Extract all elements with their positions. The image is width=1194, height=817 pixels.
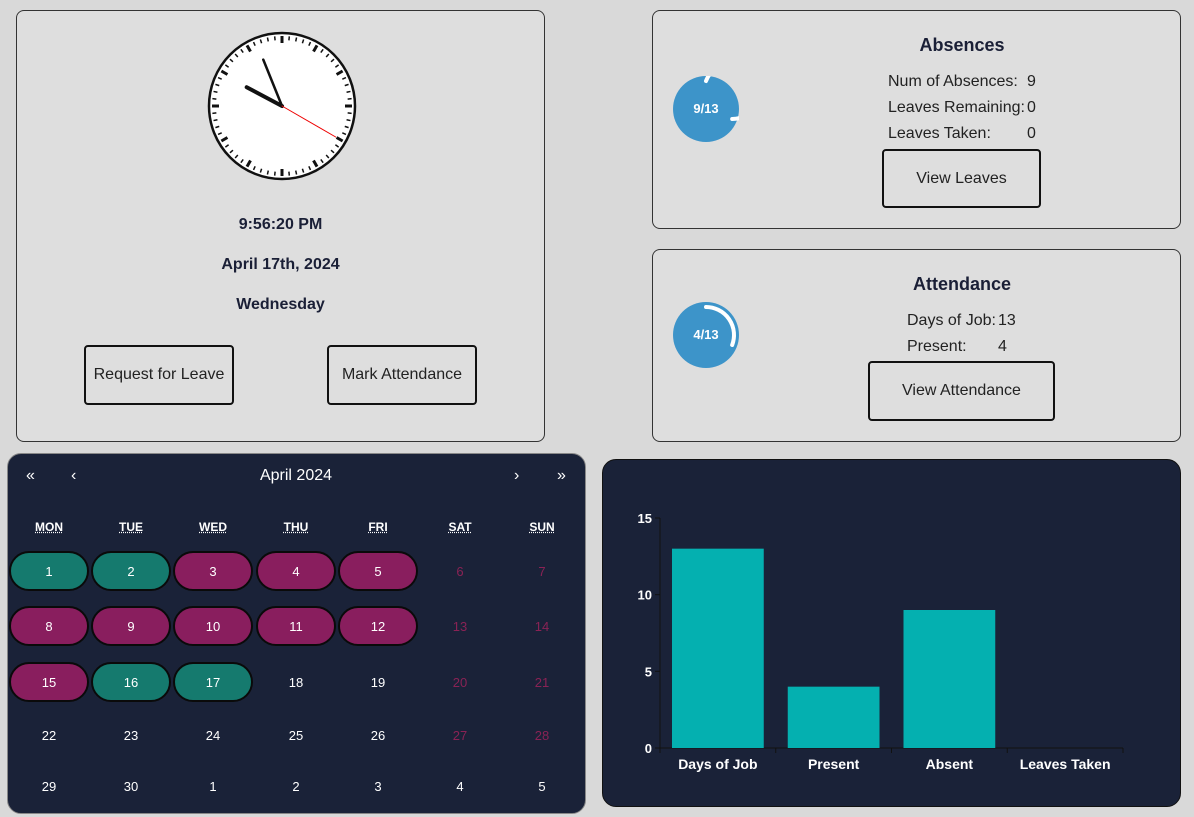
calendar-day[interactable]: 26 <box>338 715 418 755</box>
stat-label: Leaves Remaining: <box>888 99 1025 116</box>
clock-minute-mark <box>294 37 298 42</box>
absences-card: 9/13 Absences Num of Absences: 9 Leaves … <box>652 10 1181 229</box>
calendar-day[interactable]: 3 <box>173 551 253 591</box>
calendar-day[interactable]: 18 <box>256 662 336 702</box>
absences-ring-label: 9/13 <box>693 101 719 116</box>
weekday-header: SUN <box>529 520 555 534</box>
calendar-day[interactable]: 4 <box>420 766 500 806</box>
clock-minute-mark <box>213 90 218 94</box>
absences-title: Absences <box>919 35 1005 55</box>
x-tick-label: Leaves Taken <box>1020 756 1111 772</box>
stat-value: 9 <box>1027 73 1036 90</box>
stat-value: 4 <box>998 338 1007 355</box>
calendar-day[interactable]: 20 <box>420 662 500 702</box>
attendance-bar-chart: 0 5 10 15 Days of Job Present Absent Leaves Tak… <box>602 459 1181 807</box>
calendar-day[interactable]: 2 <box>91 551 171 591</box>
clock-minute-mark <box>266 170 270 175</box>
calendar-day[interactable]: 22 <box>9 715 89 755</box>
x-tick-label: Present <box>808 756 860 772</box>
view-leaves-button[interactable]: View Leaves <box>882 149 1041 208</box>
calendar-day[interactable]: 25 <box>256 715 336 755</box>
y-tick-label: 0 <box>645 741 652 756</box>
stat-value: 0 <box>1027 99 1036 116</box>
clock-minute-mark <box>346 118 351 122</box>
clock-minute-mark <box>294 170 298 175</box>
calendar-day[interactable]: 29 <box>9 766 89 806</box>
attendance-ring-label: 4/13 <box>693 327 719 342</box>
clock-minute-mark <box>346 90 351 94</box>
calendar-month-title[interactable]: April 2024 <box>188 467 404 485</box>
calendar-day[interactable]: 23 <box>91 715 171 755</box>
analog-clock <box>207 31 357 181</box>
calendar-day[interactable]: 17 <box>173 662 253 702</box>
request-leave-button[interactable]: Request for Leave <box>84 345 234 405</box>
calendar-day[interactable]: 1 <box>9 551 89 591</box>
calendar-day[interactable]: 21 <box>502 662 582 702</box>
calendar-day[interactable]: 4 <box>256 551 336 591</box>
current-date: April 17th, 2024 <box>221 256 340 273</box>
weekday-header: FRI <box>368 520 388 534</box>
y-tick-label: 15 <box>638 511 652 526</box>
calendar-day[interactable]: 14 <box>502 606 582 646</box>
x-tick-label: Absent <box>926 756 974 772</box>
bar-chart-svg: 0 5 10 15 Days of Job Present Absent Leaves Tak… <box>638 511 1124 772</box>
calendar-day[interactable]: 8 <box>9 606 89 646</box>
calendar-day[interactable]: 7 <box>502 551 582 591</box>
clock-minute-mark <box>213 118 218 122</box>
x-tick-label: Days of Job <box>678 756 757 772</box>
bar <box>672 548 764 748</box>
stat-label: Days of Job: <box>907 312 996 329</box>
stat-label: Leaves Taken: <box>888 125 991 142</box>
weekday-header: THU <box>283 520 309 534</box>
prev-year-button[interactable]: « <box>26 467 35 485</box>
y-tick-label: 5 <box>645 664 652 679</box>
calendar-day[interactable]: 9 <box>91 606 171 646</box>
calendar-day[interactable]: 2 <box>256 766 336 806</box>
stat-label: Present: <box>907 338 967 355</box>
bar <box>903 610 996 748</box>
weekday-header: SAT <box>448 520 472 534</box>
bar <box>787 686 880 748</box>
view-attendance-button[interactable]: View Attendance <box>868 361 1055 421</box>
calendar-day[interactable]: 19 <box>338 662 418 702</box>
next-year-button[interactable]: » <box>557 467 566 485</box>
calendar-day[interactable]: 6 <box>420 551 500 591</box>
y-tick-label: 10 <box>638 588 652 603</box>
stat-value: 13 <box>998 312 1016 329</box>
digital-time: 9:56:20 PM <box>238 216 323 233</box>
calendar-day[interactable]: 10 <box>173 606 253 646</box>
calendar-day[interactable]: 27 <box>420 715 500 755</box>
weekday-header: TUE <box>119 520 143 534</box>
next-month-button[interactable]: › <box>514 467 519 485</box>
weekday-header: WED <box>199 520 227 534</box>
prev-month-button[interactable]: ‹ <box>71 467 76 485</box>
calendar: « ‹ April 2024 › » MON TUE WED THU FRI SAT SUN… <box>7 453 586 814</box>
weekday-header: MON <box>35 520 63 534</box>
calendar-day[interactable]: 1 <box>173 766 253 806</box>
calendar-day[interactable]: 13 <box>420 606 500 646</box>
calendar-day[interactable]: 5 <box>502 766 582 806</box>
calendar-day[interactable]: 16 <box>91 662 171 702</box>
calendar-day[interactable]: 28 <box>502 715 582 755</box>
attendance-card: 4/13 Attendance Days of Job: 13 Present:… <box>652 249 1181 442</box>
calendar-day[interactable]: 11 <box>256 606 336 646</box>
clock-card: 9:56:20 PM April 17th, 2024 Wednesday Re… <box>16 10 545 442</box>
mark-attendance-button[interactable]: Mark Attendance <box>327 345 477 405</box>
calendar-day[interactable]: 24 <box>173 715 253 755</box>
current-weekday: Wednesday <box>236 296 325 313</box>
calendar-day[interactable]: 30 <box>91 766 171 806</box>
calendar-day[interactable]: 5 <box>338 551 418 591</box>
stat-value: 0 <box>1027 125 1036 142</box>
calendar-day[interactable]: 15 <box>9 662 89 702</box>
calendar-day[interactable]: 3 <box>338 766 418 806</box>
calendar-day[interactable]: 12 <box>338 606 418 646</box>
clock-minute-mark <box>266 37 270 42</box>
attendance-title: Attendance <box>912 274 1011 294</box>
stat-label: Num of Absences: <box>888 73 1018 90</box>
